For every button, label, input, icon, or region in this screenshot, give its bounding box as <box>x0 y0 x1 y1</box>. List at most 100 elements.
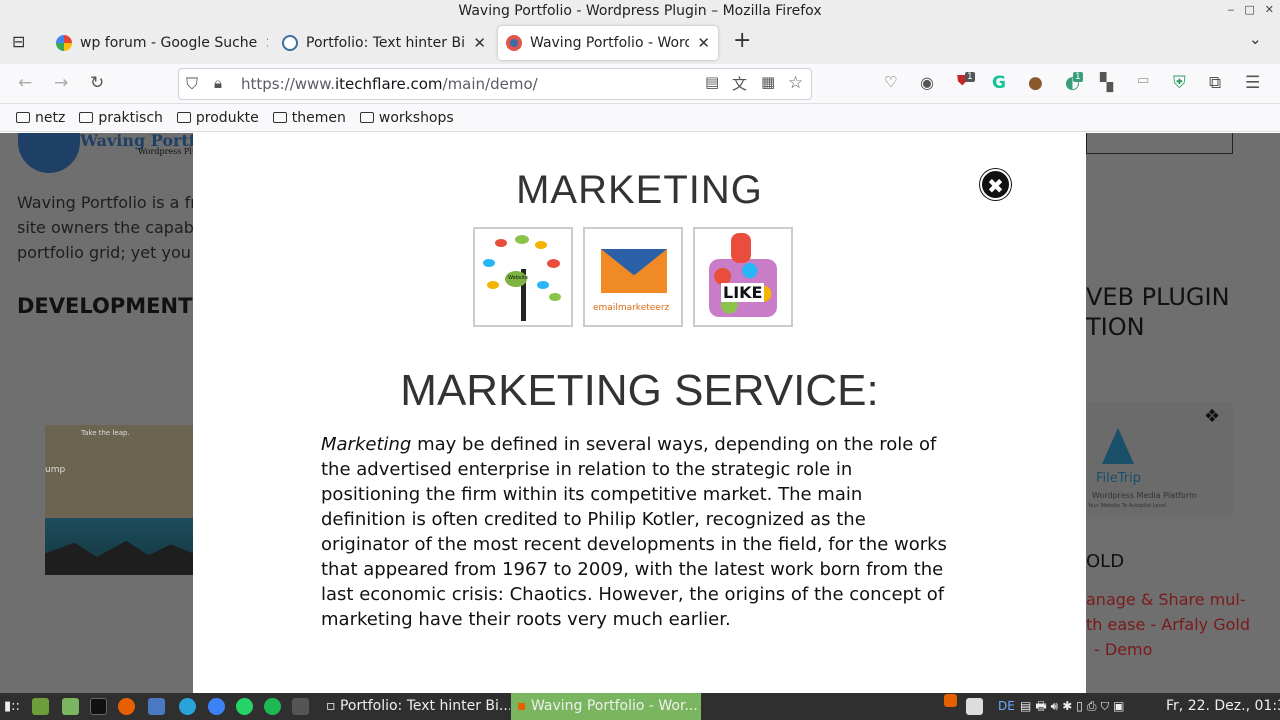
tab-strip: ⊟ wp forum - Google Suche ✕ Portfolio: T… <box>0 22 1280 64</box>
bookmark-star-icon[interactable]: ☆ <box>788 73 803 93</box>
thumbnail-like[interactable]: LIKE <box>693 227 793 327</box>
chevron-down-icon[interactable]: ⌄ <box>1249 30 1262 48</box>
filetrip-logo-icon <box>1102 428 1134 464</box>
calculator-icon[interactable] <box>292 698 309 715</box>
system-tray-icons[interactable]: ▤🖶🔊︎✱▯⎙⛉▣ <box>1020 693 1128 720</box>
close-modal-button[interactable]: ✖ <box>980 169 1011 200</box>
intro-text: portfolio grid; yet you ca <box>17 243 215 262</box>
close-window-icon[interactable]: ✕ <box>1265 3 1274 16</box>
tab-list-icon[interactable]: ⊟ <box>12 32 25 51</box>
close-tab-icon[interactable]: ✕ <box>473 34 486 52</box>
bubble <box>549 293 561 301</box>
bookmark-folder[interactable]: themen <box>272 110 346 126</box>
window-title: Waving Portfolio - Wordpress Plugin – Mo… <box>458 3 822 19</box>
dropbox-icon[interactable]: ❖ <box>1204 406 1220 427</box>
lock-icon[interactable]: 🔒︎ <box>214 74 222 92</box>
tab-portfolio[interactable]: Portfolio: Text hinter Bild ✕ <box>274 26 494 60</box>
task-window-waving[interactable]: ▪ Waving Portfolio - Wor... <box>511 693 701 720</box>
bookmark-label: praktisch <box>98 109 163 126</box>
intro-text: Waving Portfolio is a free <box>17 193 217 212</box>
bookmark-label: produkte <box>195 109 259 126</box>
filetrip-subtitle: Wordpress Media Platform <box>1092 491 1197 500</box>
menu-icon[interactable]: ☰ <box>1245 73 1260 93</box>
task-window-portfolio[interactable]: ▫ Portfolio: Text hinter Bi... <box>320 693 510 720</box>
maximize-icon[interactable]: □ <box>1244 3 1254 16</box>
ad-word: ump <box>45 465 66 475</box>
apps-grid-icon[interactable]: ▚ <box>1100 73 1113 93</box>
filetrip-tagline: Your Website To Autopilot Level <box>1088 503 1167 509</box>
bubble <box>487 281 499 289</box>
bookmarks-bar: netz praktisch produkte themen workshops <box>0 104 1280 132</box>
tree-label: Website <box>508 275 528 281</box>
wordpress-icon <box>282 35 298 51</box>
task-label: Portfolio: Text hinter Bi... <box>339 698 510 714</box>
bubble <box>515 235 529 244</box>
telegram-icon[interactable] <box>179 698 196 715</box>
keyboard-layout[interactable]: DE <box>998 693 1015 720</box>
bookmark-label: netz <box>35 109 66 126</box>
bubble <box>547 259 560 268</box>
bubble <box>535 241 547 249</box>
minimize-icon[interactable]: ‒ <box>1227 3 1234 16</box>
portfolio-thumbnail[interactable]: Take the leap. ump <box>45 425 193 575</box>
description-text: may be defined in several ways, dependin… <box>321 434 947 630</box>
folder-icon <box>272 112 287 123</box>
bookmark-folder[interactable]: produkte <box>176 109 259 126</box>
terminal-icon[interactable] <box>90 698 107 715</box>
window-titlebar: Waving Portfolio - Wordpress Plugin – Mo… <box>0 0 1280 22</box>
right-link[interactable]: - Demo <box>1094 640 1152 659</box>
whatsapp-icon[interactable] <box>236 698 253 715</box>
shield-icon[interactable]: ⛉ <box>186 74 198 94</box>
search-box[interactable] <box>1086 133 1233 154</box>
back-icon[interactable]: ← <box>18 73 32 93</box>
tray-app-icon[interactable] <box>966 698 983 715</box>
right-link[interactable]: th ease - Arfaly Gold <box>1086 615 1250 634</box>
bookmark-folder[interactable]: praktisch <box>79 110 163 126</box>
url-domain: itechflare.com <box>334 75 443 93</box>
email-logo-text: emailmarketeerz <box>593 303 670 313</box>
thumbnail-website-tree[interactable]: Website <box>473 227 573 327</box>
tab-label: Waving Portfolio - Wordpr <box>530 35 690 51</box>
pocket-icon[interactable]: ♡ <box>884 73 897 91</box>
site-icon <box>506 35 522 51</box>
account-icon[interactable]: ◉ <box>920 73 934 92</box>
show-desktop-icon[interactable] <box>32 698 49 715</box>
forward-icon[interactable]: → <box>54 73 68 93</box>
service-heading: MARKETING SERVICE: <box>400 366 879 415</box>
shield-check-icon[interactable]: ⛨ <box>1173 73 1186 93</box>
clock[interactable]: Fr, 22. Dez., 01:33 <box>1166 693 1280 720</box>
grammarly-icon[interactable]: G <box>992 73 1006 93</box>
logo-wave-icon <box>18 133 80 173</box>
bookmark-folder[interactable]: netz <box>16 110 65 126</box>
url-prefix: https://www. <box>241 75 335 93</box>
firefox-icon[interactable] <box>118 698 135 715</box>
translate-icon[interactable]: 文 <box>732 73 747 94</box>
service-description: Marketing may be defined in several ways… <box>321 432 951 632</box>
right-link[interactable]: anage & Share mul- <box>1086 590 1246 609</box>
close-tab-icon[interactable]: ✕ <box>265 34 268 52</box>
reload-icon[interactable]: ↻ <box>90 73 104 93</box>
thumbnail-emailmarketeerz[interactable]: emailmarketeerz <box>583 227 683 327</box>
new-tab-button[interactable]: + <box>733 28 751 53</box>
tab-waving-portfolio[interactable]: Waving Portfolio - Wordpr ✕ <box>498 26 718 60</box>
file-manager-icon[interactable] <box>62 698 79 715</box>
spotify-icon[interactable] <box>264 698 281 715</box>
signal-icon[interactable] <box>208 698 225 715</box>
qr-icon[interactable]: ▦ <box>761 73 775 91</box>
reader-view-icon[interactable]: ▤ <box>705 73 719 91</box>
intro-text: site owners the capabilit <box>17 218 214 237</box>
close-tab-icon[interactable]: ✕ <box>697 34 710 52</box>
bookmark-folder[interactable]: workshops <box>359 110 454 126</box>
mail-icon[interactable] <box>148 698 165 715</box>
start-menu-icon[interactable]: ▮:: <box>4 693 20 720</box>
filetrip-card[interactable]: ❖ FileTrip Wordpress Media Platform Your… <box>1086 402 1233 516</box>
folder-icon <box>16 112 30 123</box>
extensions-icon[interactable]: ⧉ <box>1209 73 1221 93</box>
tray-update-icon[interactable] <box>944 694 957 707</box>
window-controls: ‒ □ ✕ <box>1227 3 1274 16</box>
logo-subtext: Wordpress Plu <box>138 147 197 156</box>
right-heading: TION <box>1086 313 1145 341</box>
cookie-icon[interactable]: ● <box>1028 73 1043 93</box>
keyboard-icon[interactable]: ▭ <box>1137 73 1149 88</box>
tab-google[interactable]: wp forum - Google Suche ✕ <box>48 26 268 60</box>
